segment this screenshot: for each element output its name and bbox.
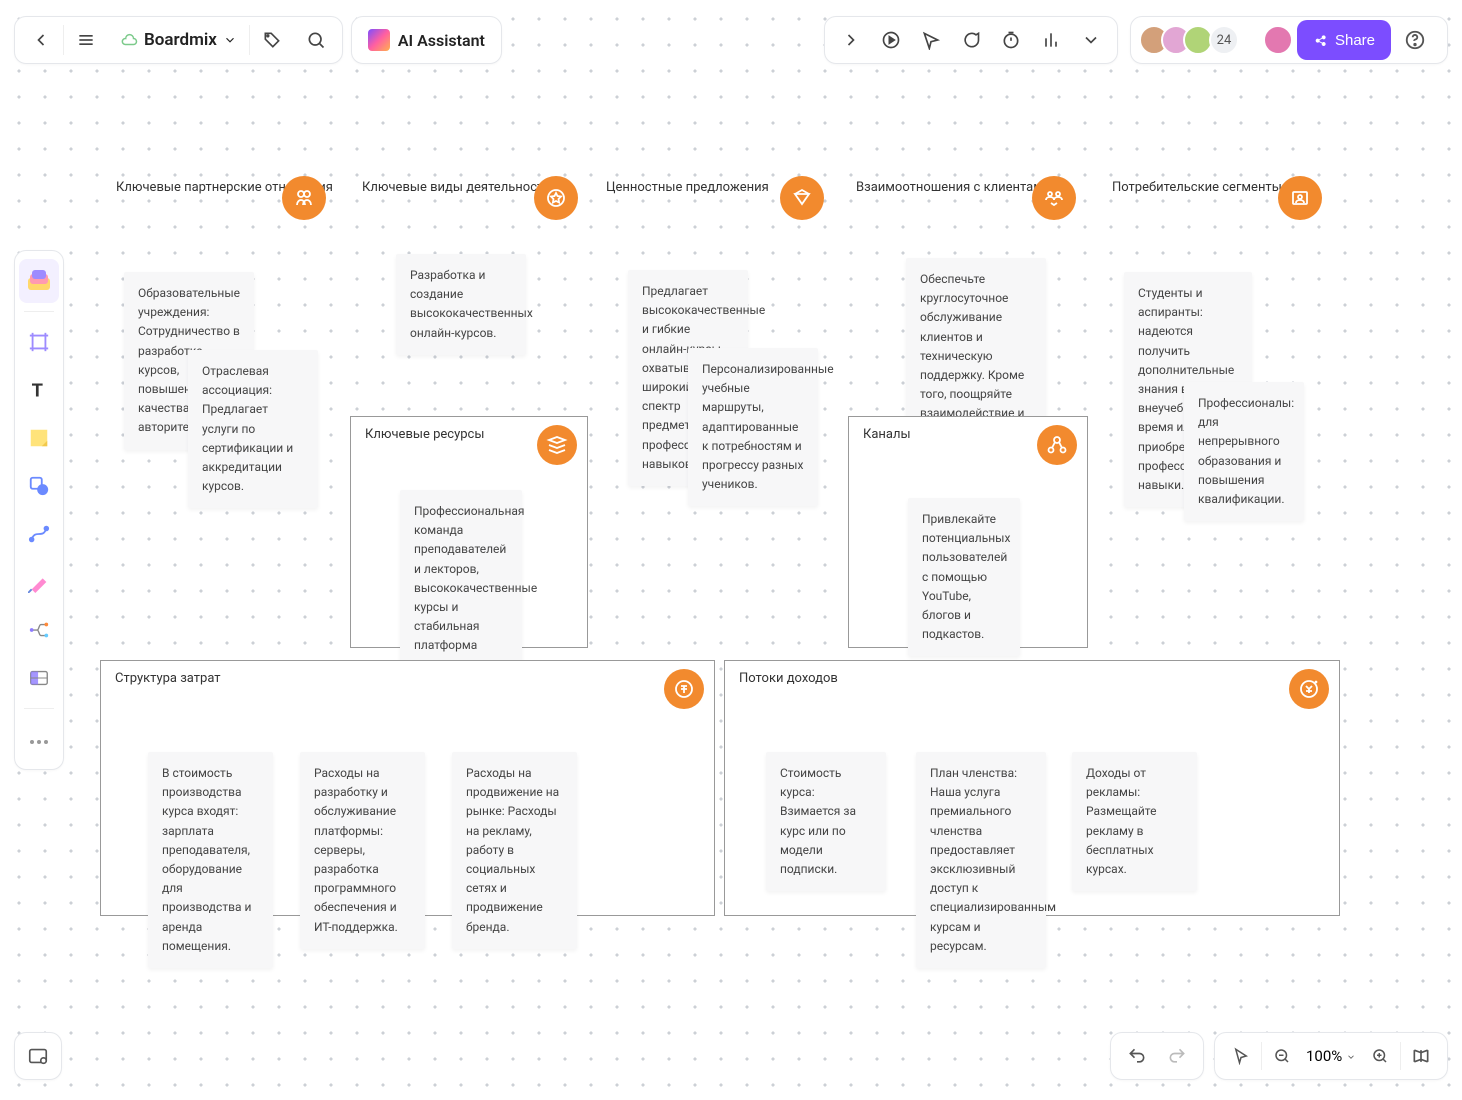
note-revenue-3[interactable]: Доходы от рекламы: Размещайте рекламу в … — [1072, 752, 1197, 891]
sticky-note-icon — [28, 427, 50, 449]
box-title-revenue: Потоки доходов — [739, 671, 838, 686]
pen-tool[interactable] — [19, 560, 59, 604]
frame-icon — [28, 331, 50, 353]
activities-icon — [534, 176, 578, 220]
chevron-right-button[interactable] — [831, 18, 871, 62]
share-icon — [1313, 32, 1329, 48]
mindmap-icon — [28, 619, 50, 641]
note-partnerships-2[interactable]: Отраслевая ассоциация: Предлагает услуги… — [188, 350, 318, 508]
chevron-down-icon — [1346, 1052, 1356, 1062]
note-revenue-2[interactable]: План членства: Наша услуга премиального … — [916, 752, 1046, 968]
current-user-avatar[interactable] — [1263, 25, 1293, 55]
note-cost-2[interactable]: Расходы на разработку и обслуживание пла… — [300, 752, 425, 949]
menu-button[interactable] — [64, 18, 108, 62]
search-button[interactable] — [294, 18, 338, 62]
svg-text:T: T — [32, 380, 43, 401]
tool-sidebar: T — [14, 250, 64, 770]
ai-logo-icon — [368, 29, 390, 51]
note-cost-3[interactable]: Расходы на продвижение на рынке: Расходы… — [452, 752, 577, 949]
pen-icon — [28, 571, 50, 593]
share-button[interactable]: Share — [1297, 20, 1391, 60]
minimap-button[interactable] — [1401, 1036, 1441, 1076]
table-icon — [28, 667, 50, 689]
zoom-out-button[interactable] — [1262, 1036, 1302, 1076]
cloud-icon — [120, 31, 138, 49]
partnerships-icon — [282, 176, 326, 220]
box-title-cost: Структура затрат — [115, 671, 221, 686]
note-activities-1[interactable]: Разработка и создание высококачественных… — [396, 254, 526, 355]
notes-stack-icon — [26, 270, 52, 292]
collaborator-avatars[interactable]: 24 — [1139, 25, 1239, 55]
cursor-mode-button[interactable] — [1221, 1036, 1261, 1076]
timer-button[interactable] — [991, 18, 1031, 62]
more-tools-button[interactable] — [1071, 18, 1111, 62]
zoom-in-button[interactable] — [1360, 1036, 1400, 1076]
note-value-2[interactable]: Персонализированные учебные маршруты, ад… — [688, 348, 818, 506]
undo-button[interactable] — [1117, 1036, 1157, 1076]
tag-button[interactable] — [250, 18, 294, 62]
relationships-icon — [1032, 176, 1076, 220]
box-title-resources: Ключевые ресурсы — [365, 427, 484, 442]
revenue-icon — [1289, 669, 1329, 709]
avatar-overflow-count: 24 — [1209, 25, 1239, 55]
box-title-channels: Каналы — [863, 427, 911, 442]
workspace-name: Boardmix — [144, 30, 217, 50]
note-segments-2[interactable]: Профессионалы: для непрерывного образова… — [1184, 382, 1304, 521]
chart-button[interactable] — [1031, 18, 1071, 62]
share-label: Share — [1335, 32, 1375, 49]
text-icon: T — [28, 379, 50, 401]
note-revenue-1[interactable]: Стоимость курса: Взимается за курс или п… — [766, 752, 886, 891]
more-tools[interactable] — [19, 717, 59, 761]
text-tool[interactable]: T — [19, 368, 59, 412]
redo-button[interactable] — [1157, 1036, 1197, 1076]
segments-icon — [1278, 176, 1322, 220]
sticky-tool[interactable] — [19, 259, 59, 303]
note-tool[interactable] — [19, 416, 59, 460]
section-title-relationships: Взаимоотношения с клиентами — [856, 180, 1050, 195]
channels-icon — [1037, 425, 1077, 465]
connector-tool[interactable] — [19, 512, 59, 556]
value-icon — [780, 176, 824, 220]
cost-icon — [664, 669, 704, 709]
note-cost-1[interactable]: В стоимость производства курса входят: з… — [148, 752, 273, 968]
resources-icon — [537, 425, 577, 465]
zoom-level[interactable]: 100% — [1302, 1047, 1360, 1065]
section-title-segments: Потребительские сегменты — [1112, 180, 1282, 195]
mindmap-tool[interactable] — [19, 608, 59, 652]
template-button[interactable] — [14, 1032, 62, 1080]
help-button[interactable] — [1395, 20, 1435, 60]
frame-tool[interactable] — [19, 320, 59, 364]
shape-icon — [28, 475, 50, 497]
comment-button[interactable] — [951, 18, 991, 62]
note-channels-1[interactable]: Привлекайте потенциальных пользователей … — [908, 498, 1020, 656]
play-button[interactable] — [871, 18, 911, 62]
ai-assistant-label: AI Assistant — [398, 31, 485, 50]
section-title-activities: Ключевые виды деятельности — [362, 180, 551, 195]
back-button[interactable] — [19, 18, 63, 62]
section-title-value: Ценностные предложения — [606, 180, 769, 195]
shape-tool[interactable] — [19, 464, 59, 508]
workspace-switcher[interactable]: Boardmix — [108, 30, 249, 50]
ai-assistant-button[interactable]: AI Assistant — [352, 29, 501, 51]
pointer-tool[interactable] — [911, 18, 951, 62]
connector-icon — [28, 523, 50, 545]
template-icon — [27, 1045, 49, 1067]
chevron-down-icon — [223, 33, 237, 47]
table-tool[interactable] — [19, 656, 59, 700]
